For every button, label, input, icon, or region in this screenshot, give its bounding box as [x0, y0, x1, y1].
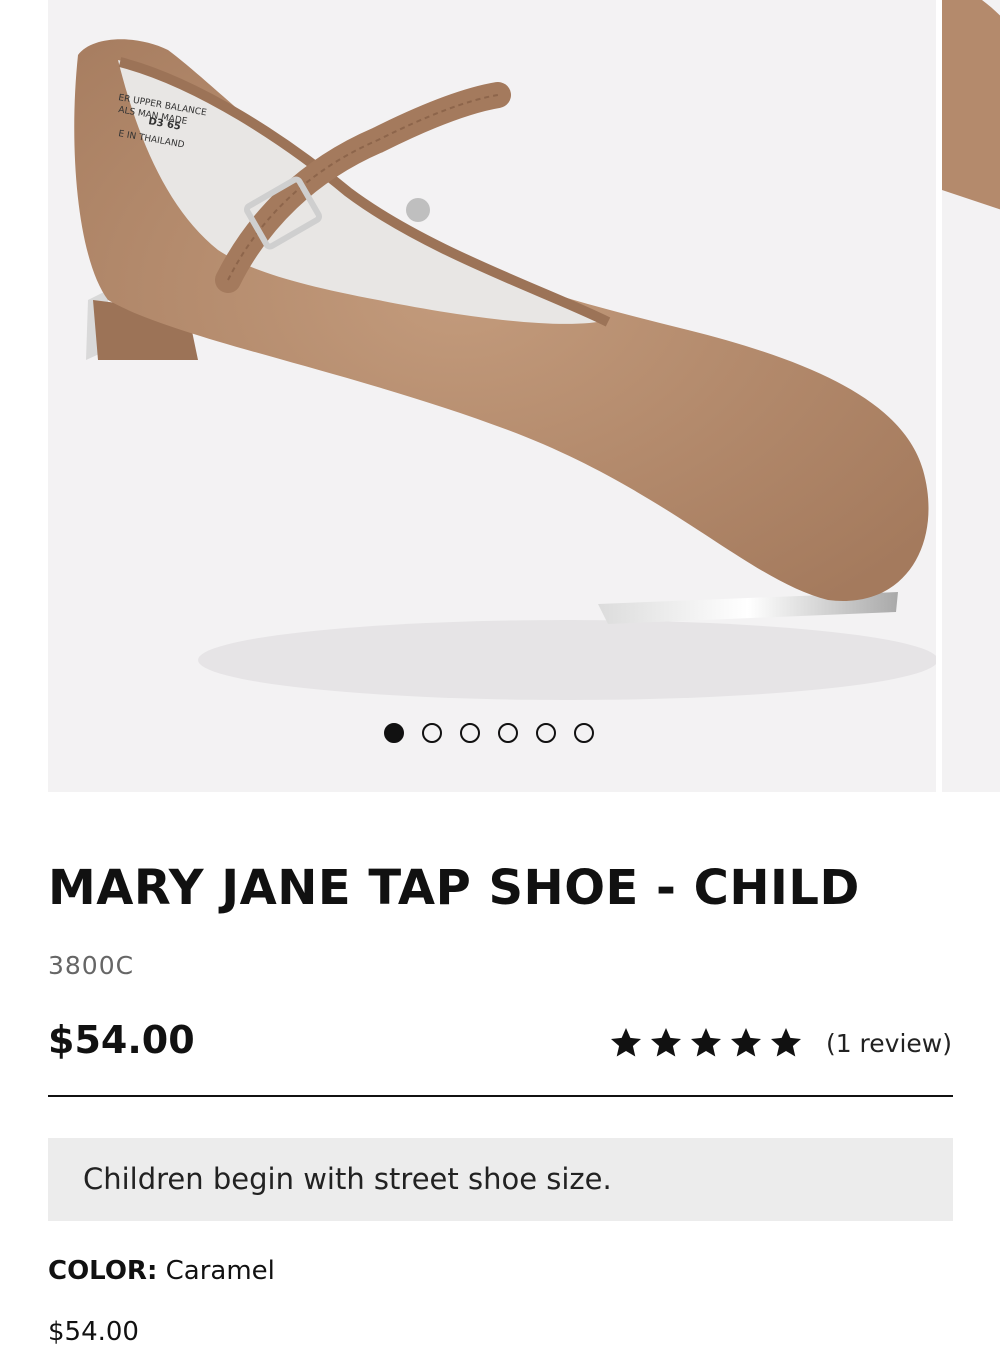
- variant-price: $54.00: [48, 1317, 139, 1347]
- carousel-dots: [384, 723, 594, 743]
- product-title: MARY JANE TAP SHOE - CHILD: [48, 860, 860, 916]
- carousel-dot-1[interactable]: [384, 723, 404, 743]
- product-image: ER UPPER BALANCE ALS MAN MADE D3 65 E IN…: [74, 39, 938, 700]
- rating-stars: [608, 1025, 804, 1061]
- star-icon: [690, 1028, 721, 1057]
- carousel-dot-5[interactable]: [536, 723, 556, 743]
- review-count-link[interactable]: (1 review): [826, 1029, 952, 1058]
- size-notice: Children begin with street shoe size.: [48, 1138, 953, 1221]
- carousel-dot-4[interactable]: [498, 723, 518, 743]
- product-image-gallery[interactable]: ER UPPER BALANCE ALS MAN MADE D3 65 E IN…: [0, 0, 1000, 792]
- product-sku: 3800C: [48, 951, 135, 980]
- carousel-dot-6[interactable]: [574, 723, 594, 743]
- product-image-slide[interactable]: ER UPPER BALANCE ALS MAN MADE D3 65 E IN…: [48, 0, 938, 792]
- divider: [48, 1095, 953, 1097]
- size-notice-text: Children begin with street shoe size.: [83, 1162, 612, 1196]
- star-icon: [730, 1028, 761, 1057]
- star-icon: [770, 1028, 801, 1057]
- color-label: COLOR:: [48, 1256, 158, 1286]
- carousel-dot-2[interactable]: [422, 723, 442, 743]
- star-icon: [610, 1028, 641, 1057]
- next-product-image-peek[interactable]: [942, 0, 1000, 792]
- product-price: $54.00: [48, 1018, 195, 1062]
- star-icon: [650, 1028, 681, 1057]
- carousel-dot-3[interactable]: [460, 723, 480, 743]
- color-selection: COLOR: Caramel: [48, 1256, 275, 1286]
- color-value: Caramel: [165, 1256, 275, 1286]
- product-rating[interactable]: (1 review): [608, 1025, 952, 1061]
- next-product-image: [942, 0, 1000, 210]
